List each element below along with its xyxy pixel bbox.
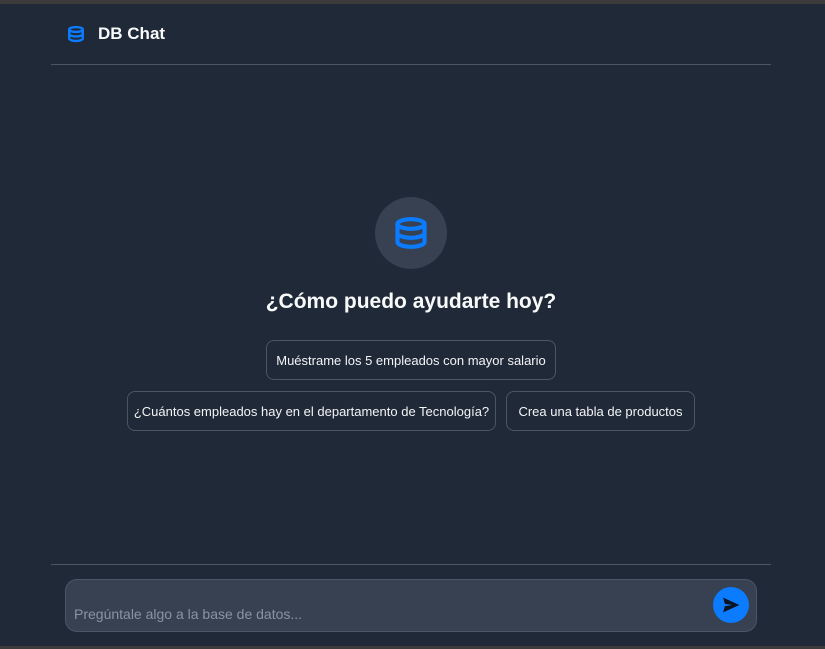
- footer-divider: [51, 564, 771, 565]
- database-icon: [393, 215, 429, 251]
- app-title: DB Chat: [98, 24, 166, 43]
- suggestion-chip[interactable]: Muéstrame los 5 empleados con mayor sala…: [266, 340, 556, 380]
- send-icon: [721, 595, 741, 615]
- suggestion-chip[interactable]: ¿Cuántos empleados hay en el departament…: [127, 391, 496, 431]
- hero-icon-circle: [375, 197, 447, 269]
- database-icon: [67, 25, 85, 43]
- hero-title: ¿Cómo puedo ayudarte hoy?: [265, 290, 557, 313]
- send-button[interactable]: [713, 587, 749, 623]
- chat-input[interactable]: [74, 602, 694, 626]
- app-header: DB Chat: [51, 4, 771, 65]
- chat-composer: [65, 579, 757, 632]
- suggestion-chip[interactable]: Crea una tabla de productos: [506, 391, 695, 431]
